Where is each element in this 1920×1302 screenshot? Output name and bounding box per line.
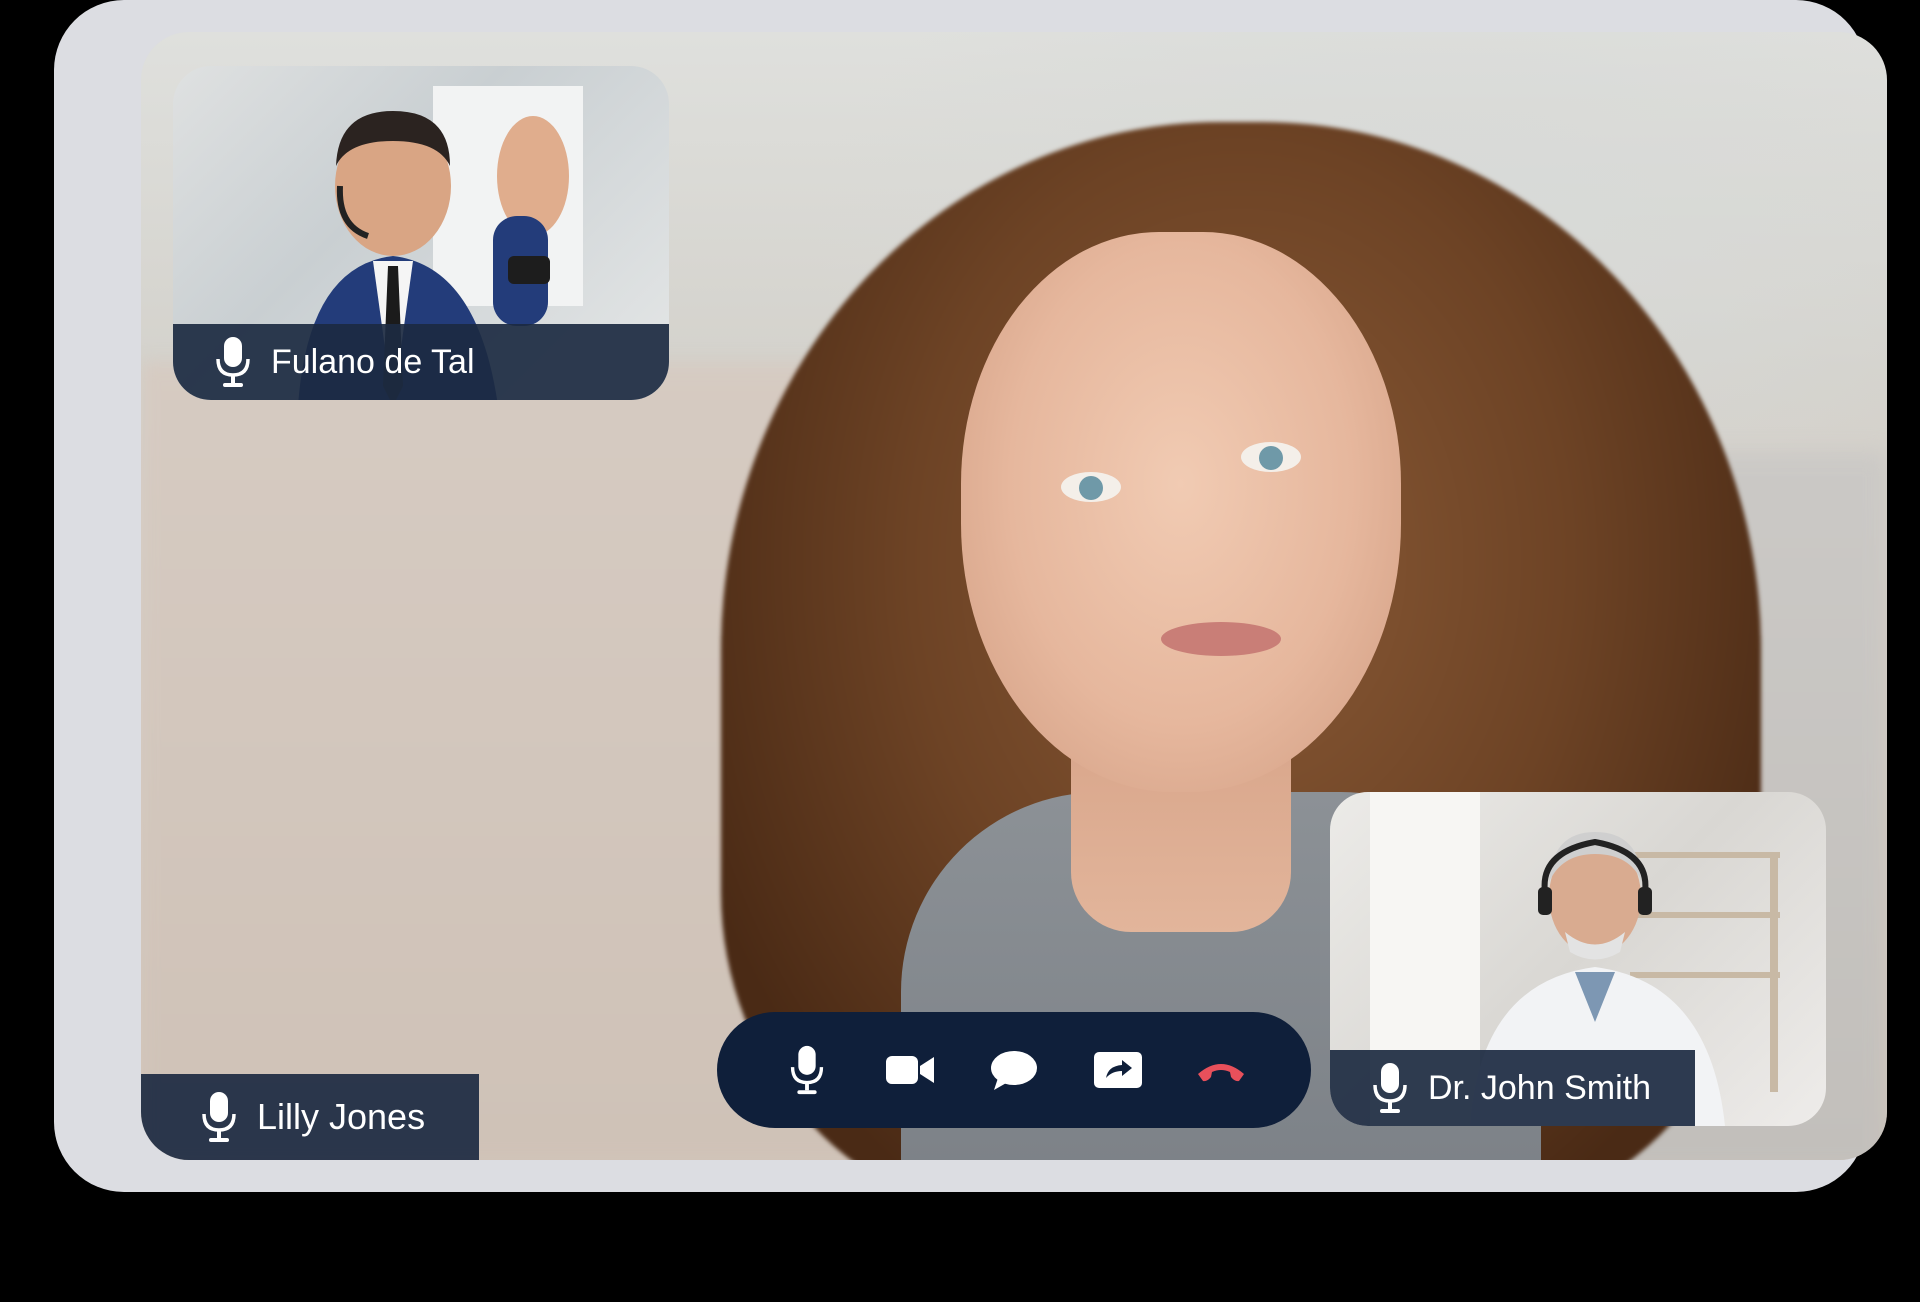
hang-up-icon xyxy=(1198,1064,1245,1082)
chat-bubble-icon xyxy=(990,1051,1037,1090)
device-frame: Fulano de Tal Dr. John Smith Lilly Jones xyxy=(54,0,1887,1192)
chat-button[interactable] xyxy=(982,1038,1046,1102)
share-screen-icon xyxy=(1093,1052,1142,1088)
participant-name: Dr. John Smith xyxy=(1428,1068,1651,1107)
mute-button[interactable] xyxy=(775,1038,839,1102)
end-call-button[interactable] xyxy=(1189,1038,1253,1102)
participant-tile-smith[interactable]: Dr. John Smith xyxy=(1330,792,1826,1126)
speaker-face xyxy=(961,232,1401,792)
mic-icon xyxy=(1373,1063,1407,1113)
main-participant-label: Lilly Jones xyxy=(141,1074,479,1160)
speaker-lips xyxy=(1161,622,1281,656)
participant-label-smith: Dr. John Smith xyxy=(1330,1050,1695,1126)
main-video[interactable]: Fulano de Tal Dr. John Smith Lilly Jones xyxy=(141,32,1887,1160)
mic-icon xyxy=(202,1092,236,1142)
speaker-eye-right xyxy=(1241,442,1301,472)
speaker-eye-left xyxy=(1061,472,1121,502)
participant-tile-fulano[interactable]: Fulano de Tal xyxy=(173,66,669,400)
camera-button[interactable] xyxy=(878,1038,942,1102)
video-camera-icon xyxy=(886,1056,935,1084)
participant-name: Fulano de Tal xyxy=(271,342,475,381)
mic-icon xyxy=(216,337,250,387)
share-screen-button[interactable] xyxy=(1086,1038,1150,1102)
mic-icon xyxy=(790,1045,823,1095)
call-control-bar xyxy=(717,1012,1311,1128)
participant-label-fulano: Fulano de Tal xyxy=(173,324,669,400)
main-participant-name: Lilly Jones xyxy=(257,1096,426,1137)
